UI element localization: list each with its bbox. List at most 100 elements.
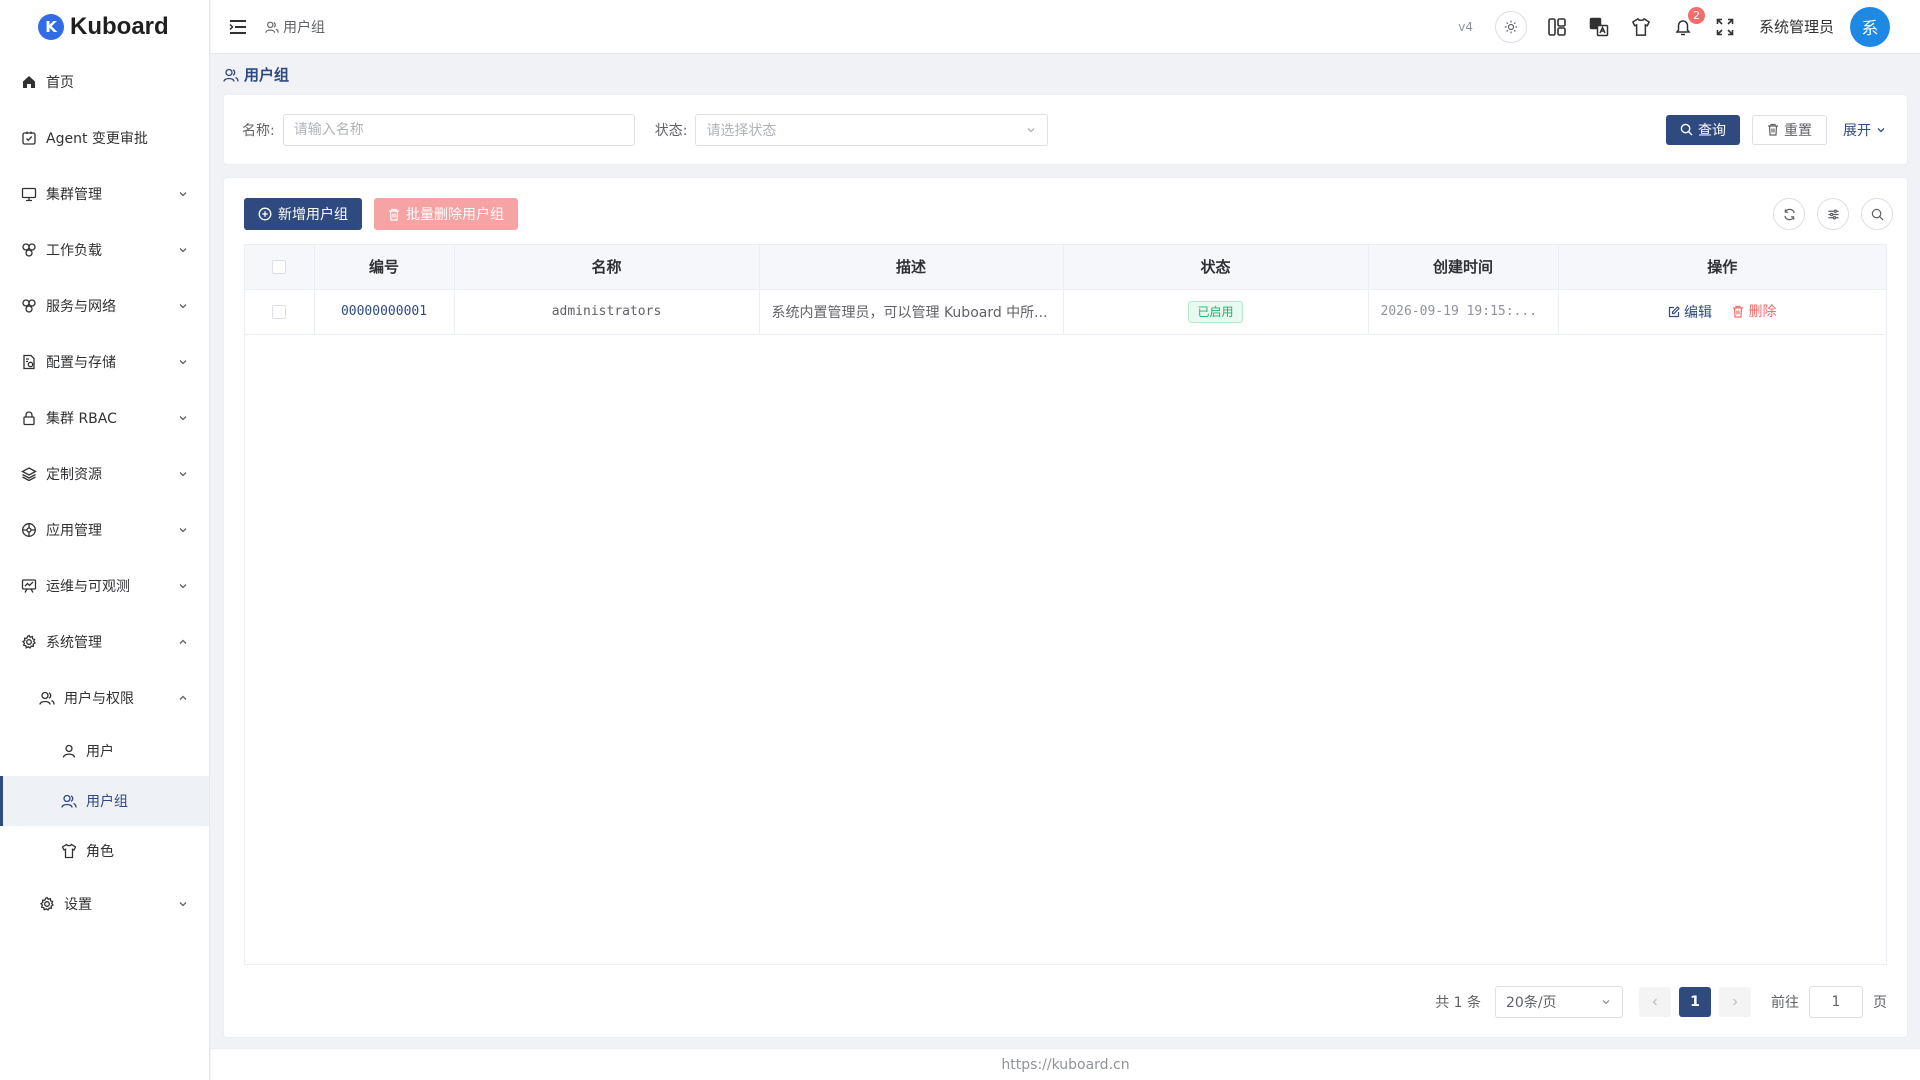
column-header-id[interactable]: 编号 — [314, 245, 455, 290]
reset-button[interactable]: 重置 — [1752, 114, 1827, 145]
sidebar-item-observability[interactable]: 运维与可观测 — [0, 558, 209, 614]
goto-page-input[interactable]: 1 — [1809, 986, 1863, 1018]
sidebar-item-users-permissions[interactable]: 用户与权限 — [0, 670, 209, 726]
sidebar-item-label: 首页 — [46, 75, 74, 91]
chevron-up-icon — [179, 639, 187, 644]
table-card: 新增用户组 批量删除用户组 编号 名称 描述 状态 创建时间 操作 000000… — [223, 177, 1908, 1038]
top-header: 用户组 v4 2 系统管理员 系 — [211, 0, 1920, 54]
delete-label: 删除 — [1748, 304, 1777, 321]
edit-icon — [1668, 305, 1680, 317]
page-size-value: 20条/页 — [1506, 995, 1557, 1011]
status-select[interactable]: 请选择状态 — [695, 113, 1049, 146]
footer-link[interactable]: https://kuboard.cn — [1001, 1057, 1129, 1073]
created-time: 2026-09-19 19:15:... — [1368, 289, 1559, 335]
chevron-down-icon — [1602, 1000, 1610, 1005]
sidebar-item-user[interactable]: 用户 — [0, 726, 209, 776]
users-icon — [265, 21, 279, 33]
username[interactable]: 系统管理员 — [1759, 16, 1834, 37]
sidebar-item-settings[interactable]: 设置 — [0, 876, 209, 932]
network-icon — [20, 297, 38, 315]
add-user-group-button[interactable]: 新增用户组 — [244, 198, 362, 230]
sidebar-item-agent-approval[interactable]: Agent 变更审批 — [0, 110, 209, 166]
sidebar-item-app-management[interactable]: 应用管理 — [0, 502, 209, 558]
avatar[interactable]: 系 — [1850, 6, 1890, 47]
page-unit-label: 页 — [1873, 995, 1887, 1011]
reset-button-label: 重置 — [1784, 122, 1812, 139]
search-icon — [1680, 123, 1693, 136]
sidebar-item-rbac[interactable]: 集群 RBAC — [0, 390, 209, 446]
sidebar-item-workload[interactable]: 工作负载 — [0, 222, 209, 278]
pagination: 共 1 条 20条/页 1 前往 1 页 — [1435, 986, 1887, 1018]
version-label: v4 — [1458, 19, 1473, 34]
sidebar-item-label: 系统管理 — [46, 635, 102, 651]
chevron-down-icon — [179, 360, 187, 365]
notification-badge: 2 — [1687, 6, 1705, 24]
page-title-text: 用户组 — [244, 66, 290, 84]
sidebar-item-label: 用户组 — [86, 794, 128, 810]
monitor-icon — [20, 185, 38, 203]
refresh-icon — [1783, 208, 1795, 220]
plus-circle-icon — [258, 207, 272, 221]
status-cell: 已启用 — [1063, 289, 1369, 335]
trash-icon — [1768, 123, 1778, 136]
menu-toggle-icon[interactable] — [227, 16, 249, 38]
refresh-button[interactable] — [1773, 198, 1805, 230]
status-badge: 已启用 — [1188, 300, 1243, 323]
sidebar-item-role[interactable]: 角色 — [0, 826, 209, 876]
logo[interactable]: K Kuboard — [0, 0, 209, 54]
sidebar-item-cluster[interactable]: 集群管理 — [0, 166, 209, 222]
sidebar-item-label: 配置与存储 — [46, 355, 116, 371]
chevron-down-icon — [179, 528, 187, 533]
page-title: 用户组 — [223, 64, 289, 85]
name-input[interactable] — [282, 113, 635, 146]
column-settings-button[interactable] — [1817, 198, 1849, 230]
layout-icon[interactable] — [1545, 15, 1569, 39]
table-row[interactable]: 00000000001 administrators 系统内置管理员，可以管理 … — [245, 289, 1886, 335]
chevron-left-icon — [1652, 998, 1657, 1006]
row-checkbox[interactable] — [272, 304, 287, 319]
select-all-checkbox[interactable] — [272, 260, 287, 275]
page-size-select[interactable]: 20条/页 — [1495, 986, 1623, 1018]
delete-button[interactable]: 删除 — [1732, 301, 1776, 321]
query-button[interactable]: 查询 — [1666, 114, 1740, 145]
edit-button[interactable]: 编辑 — [1668, 302, 1712, 322]
column-header-desc[interactable]: 描述 — [759, 245, 1064, 290]
sidebar-item-label: Agent 变更审批 — [46, 131, 148, 147]
sidebar-item-label: 工作负载 — [46, 243, 102, 259]
theme-toggle-button[interactable] — [1494, 10, 1527, 43]
expand-label: 展开 — [1843, 122, 1871, 139]
fullscreen-icon[interactable] — [1713, 15, 1737, 39]
select-all-cell[interactable] — [245, 245, 315, 290]
sidebar-item-system[interactable]: 系统管理 — [0, 614, 209, 670]
prev-page-button[interactable] — [1639, 987, 1671, 1017]
sidebar: K Kuboard 首页 Agent 变更审批 集群管理 工作负载 服务与网络 — [0, 0, 210, 1080]
search-toggle-button[interactable] — [1861, 198, 1893, 230]
layers-icon — [20, 465, 38, 483]
status-label: 状态: — [654, 122, 688, 139]
bell-icon[interactable]: 2 — [1671, 6, 1705, 39]
next-page-button[interactable] — [1719, 987, 1751, 1017]
sidebar-item-network[interactable]: 服务与网络 — [0, 278, 209, 334]
sidebar-item-custom-resources[interactable]: 定制资源 — [0, 446, 209, 502]
group-name: administrators — [454, 289, 760, 335]
chevron-down-icon — [179, 248, 187, 253]
sun-icon — [1504, 20, 1518, 33]
column-header-created[interactable]: 创建时间 — [1368, 245, 1559, 290]
app-icon — [20, 521, 38, 539]
sidebar-item-user-group[interactable]: 用户组 — [0, 776, 209, 826]
group-id[interactable]: 00000000001 — [314, 289, 455, 335]
group-description: 系统内置管理员，可以管理 Kuboard 中所... — [759, 289, 1064, 335]
batch-delete-button[interactable]: 批量删除用户组 — [374, 198, 518, 230]
column-header-name[interactable]: 名称 — [454, 245, 760, 290]
name-label: 名称: — [242, 122, 275, 139]
users-icon — [223, 68, 239, 82]
expand-toggle[interactable]: 展开 — [1843, 120, 1887, 140]
sidebar-item-label: 应用管理 — [46, 523, 102, 539]
sidebar-item-home[interactable]: 首页 — [0, 54, 209, 110]
translate-icon[interactable] — [1587, 15, 1611, 39]
page-number-current[interactable]: 1 — [1679, 987, 1711, 1017]
column-header-status[interactable]: 状态 — [1063, 245, 1369, 290]
sidebar-item-config-storage[interactable]: 配置与存储 — [0, 334, 209, 390]
shirt-icon[interactable] — [1629, 15, 1653, 39]
table-header-row: 编号 名称 描述 状态 创建时间 操作 — [245, 245, 1886, 290]
